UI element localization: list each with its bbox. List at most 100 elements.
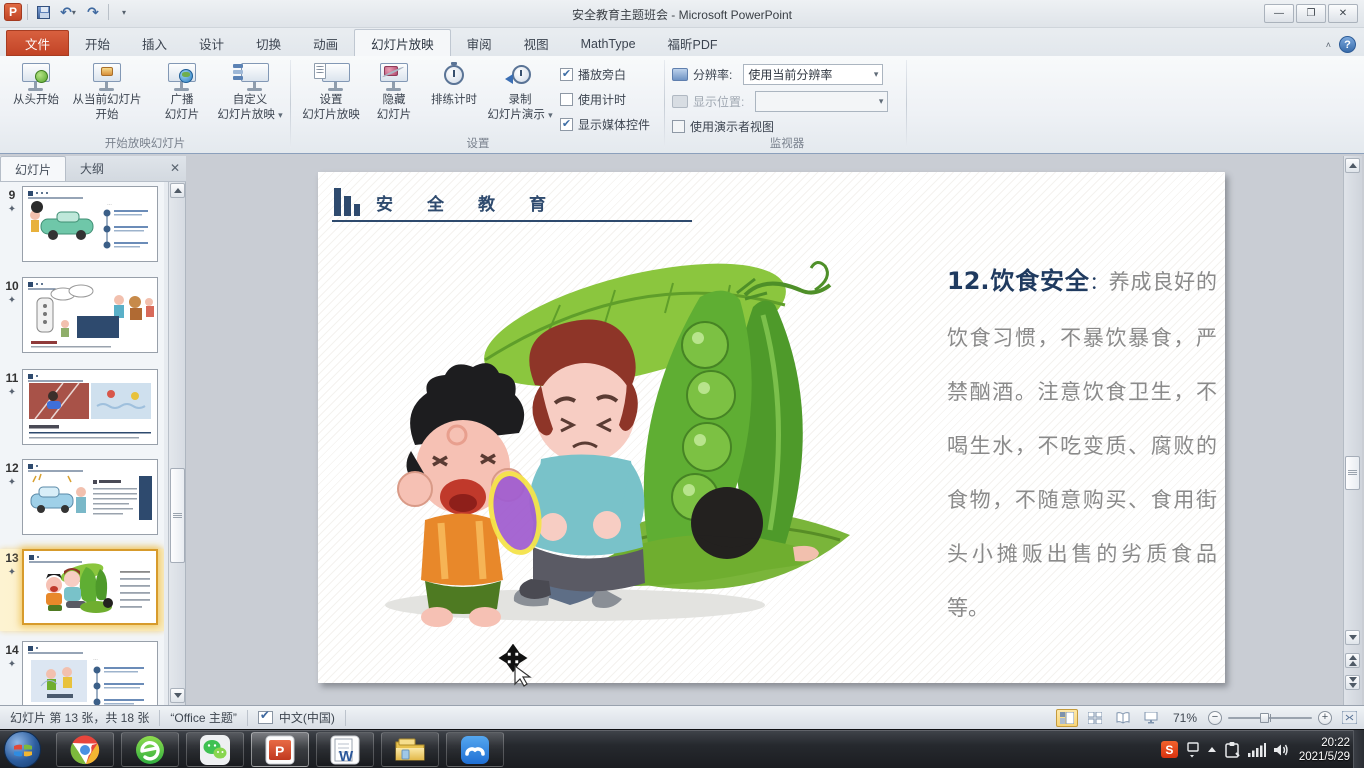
start-button[interactable] — [4, 731, 41, 768]
collapse-ribbon-icon[interactable]: ˄ — [1326, 40, 1331, 50]
show-desktop-button[interactable] — [1353, 730, 1364, 768]
slide-counter: 幻灯片 第 13 张，共 18 张 — [0, 710, 160, 726]
taskbar-explorer-button[interactable] — [381, 732, 439, 767]
fit-to-window-button[interactable] — [1338, 709, 1360, 727]
tab-home[interactable]: 开始 — [69, 31, 126, 56]
slide-thumbnail-row[interactable]: 14 ✦ … — [0, 641, 164, 705]
slide-thumbnail-row[interactable]: 10 ✦ — [0, 277, 164, 357]
sogou-input-icon[interactable]: S — [1161, 741, 1178, 758]
slide-thumbnail-row[interactable]: 12 ✦ — [0, 459, 164, 539]
system-clock[interactable]: 20:22 2021/5/29 — [1299, 736, 1350, 764]
slides-tab[interactable]: 幻灯片 — [0, 156, 66, 181]
reading-view-button[interactable] — [1112, 709, 1134, 727]
svg-text:W: W — [339, 748, 354, 765]
clipboard-tray-icon[interactable] — [1224, 741, 1240, 759]
paragraph-colon: ： — [1090, 273, 1109, 294]
zoom-in-button[interactable]: + — [1318, 711, 1332, 725]
slide-number: 12 — [4, 461, 20, 475]
tab-slideshow[interactable]: 幻灯片放映 — [354, 29, 451, 56]
slide-thumbnail-row[interactable]: 9 ✦ … — [0, 186, 164, 266]
scroll-up-icon[interactable] — [1345, 158, 1360, 173]
hide-slide-button[interactable]: 隐藏 幻灯片 — [366, 62, 422, 122]
tab-review[interactable]: 审阅 — [451, 31, 508, 56]
button-label: 从当前幻灯片 — [73, 94, 142, 107]
slide-thumbnail-row[interactable]: 11 ✦ — [0, 369, 164, 449]
play-narrations-checkbox[interactable]: ✔ 播放旁白 — [560, 64, 650, 84]
record-slideshow-button[interactable]: 录制 幻灯片演示 ▾ — [484, 62, 556, 122]
slide-sorter-view-button[interactable] — [1084, 709, 1106, 727]
help-button[interactable]: ? — [1339, 36, 1356, 53]
hidden-icons-button[interactable] — [1208, 747, 1216, 752]
from-beginning-button[interactable]: 从头开始 — [4, 62, 68, 109]
taskbar-chrome-button[interactable] — [56, 732, 114, 767]
pea-cartoon-image[interactable] — [345, 235, 862, 633]
animation-star-icon: ✦ — [4, 204, 20, 215]
slideshow-view-button[interactable] — [1140, 709, 1162, 727]
tab-foxitpdf[interactable]: 福昕PDF — [652, 31, 734, 56]
scroll-up-icon[interactable] — [170, 183, 185, 198]
tab-animations[interactable]: 动画 — [297, 31, 354, 56]
taskbar-meeting-app-button[interactable] — [446, 732, 504, 767]
slide-12-thumbnail[interactable] — [22, 459, 158, 535]
slide-body-text[interactable]: 12.饮食安全：养成良好的饮食习惯，不暴饮暴食，严禁酗酒。注意饮食卫生，不喝生水… — [947, 254, 1217, 635]
main-scrollbar-thumb[interactable] — [1345, 456, 1360, 490]
setup-slideshow-button[interactable]: 设置 幻灯片放映 — [296, 62, 366, 122]
restore-button[interactable]: ❐ — [1296, 4, 1326, 23]
custom-slideshow-button[interactable]: 自定义 幻灯片放映 ▾ — [214, 62, 286, 122]
slide-9-thumbnail[interactable]: … — [22, 186, 158, 262]
panel-scrollbar-thumb[interactable] — [170, 468, 185, 563]
button-label: 幻灯片 — [377, 109, 412, 122]
main-scrollbar[interactable] — [1343, 156, 1362, 705]
animation-star-icon: ✦ — [4, 567, 20, 578]
tab-design[interactable]: 设计 — [183, 31, 240, 56]
zoom-out-button[interactable]: − — [1208, 711, 1222, 725]
taskbar-word-button[interactable]: W — [316, 732, 374, 767]
close-panel-icon[interactable]: ✕ — [170, 161, 180, 175]
slide-canvas[interactable]: 安全教育 — [318, 172, 1225, 683]
rehearse-timings-button[interactable]: 排练计时 — [424, 62, 484, 109]
input-mode-icon[interactable] — [1186, 742, 1200, 758]
slide-13-thumbnail[interactable] — [22, 549, 158, 625]
slide-10-thumbnail[interactable] — [22, 277, 158, 353]
normal-view-button[interactable] — [1056, 709, 1078, 727]
custom-show-icon — [233, 62, 267, 92]
slide-11-thumbnail[interactable] — [22, 369, 158, 445]
window-title: 安全教育主题班会 - Microsoft PowerPoint — [0, 6, 1364, 23]
broadcast-slideshow-button[interactable]: 广播 幻灯片 — [150, 62, 214, 122]
network-signal-icon[interactable] — [1248, 743, 1266, 757]
tab-file[interactable]: 文件 — [6, 30, 69, 56]
chrome-icon — [70, 735, 100, 765]
panel-scrollbar[interactable] — [168, 182, 185, 705]
tab-transitions[interactable]: 切换 — [240, 31, 297, 56]
zoom-slider[interactable] — [1228, 717, 1312, 719]
previous-slide-button[interactable] — [1345, 653, 1360, 668]
presenter-view-checkbox[interactable]: 使用演示者视图 — [672, 116, 888, 136]
taskbar-wechat-button[interactable] — [186, 732, 244, 767]
zoom-slider-thumb[interactable] — [1260, 713, 1269, 723]
scroll-down-icon[interactable] — [1345, 630, 1360, 645]
slide-14-thumbnail[interactable]: … — [22, 641, 158, 705]
use-timings-checkbox[interactable]: 使用计时 — [560, 89, 650, 109]
close-button[interactable]: ✕ — [1328, 4, 1358, 23]
scroll-down-icon[interactable] — [170, 688, 185, 703]
tab-insert[interactable]: 插入 — [126, 31, 183, 56]
from-current-slide-button[interactable]: 从当前幻灯片 开始 — [64, 62, 150, 122]
ribbon: 从头开始 从当前幻灯片 开始 广播 幻灯片 自定义 幻灯片放映 ▾ 开始放映幻灯… — [0, 56, 1364, 154]
show-media-controls-checkbox[interactable]: ✔ 显示媒体控件 — [560, 114, 650, 134]
tab-mathtype[interactable]: MathType — [565, 31, 652, 56]
zoom-percentage[interactable]: 71% — [1168, 711, 1202, 725]
taskbar-360-browser-button[interactable] — [121, 732, 179, 767]
minimize-button[interactable]: — — [1264, 4, 1294, 23]
slide-number: 14 — [4, 643, 20, 657]
tab-view[interactable]: 视图 — [508, 31, 565, 56]
paragraph-body: 养成良好的饮食习惯，不暴饮暴食，严禁酗酒。注意饮食卫生，不喝生水，不吃变质、腐败… — [947, 270, 1217, 620]
hide-slide-icon — [377, 62, 411, 92]
outline-tab[interactable]: 大纲 — [66, 156, 118, 181]
language-status[interactable]: ✔ 中文(中国) — [248, 710, 346, 726]
slide-thumbnail-row-selected[interactable]: 13 ✦ — [0, 549, 164, 631]
next-slide-button[interactable] — [1345, 675, 1360, 690]
resolution-dropdown[interactable]: 使用当前分辨率 ▾ — [743, 64, 883, 85]
group-divider — [664, 60, 665, 148]
volume-icon[interactable] — [1274, 743, 1291, 757]
taskbar-powerpoint-button[interactable]: P — [251, 732, 309, 767]
